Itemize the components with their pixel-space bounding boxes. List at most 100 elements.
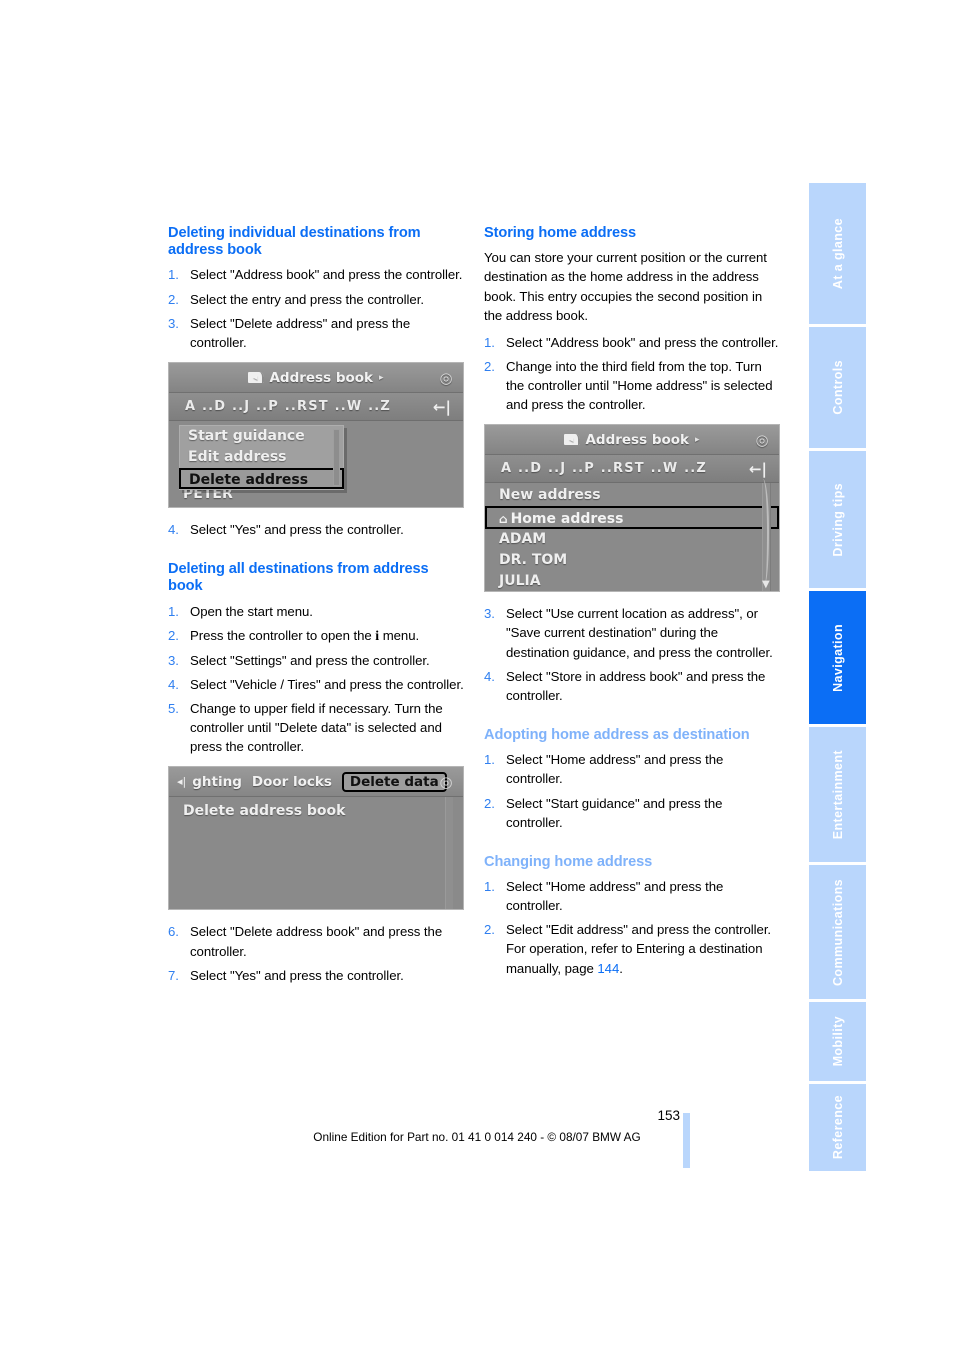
menu-item-start-guidance[interactable]: Start guidance xyxy=(180,426,343,447)
tab-door-locks[interactable]: Door locks xyxy=(252,774,332,790)
step-number: 1. xyxy=(484,752,495,768)
step-number: 5. xyxy=(168,701,179,716)
page-reference-link[interactable]: 144 xyxy=(597,961,619,976)
step-text-prefix: Press the controller to open the xyxy=(190,627,376,643)
step-text-suffix: menu. xyxy=(379,627,420,643)
sidebar-tab-label: Entertainment xyxy=(830,749,845,840)
sidebar-tab-label: At a glance xyxy=(830,217,845,290)
step-number: 4. xyxy=(168,676,179,692)
step-number: 2. xyxy=(168,627,179,643)
list-item: 3. Select "Settings" and press the contr… xyxy=(168,651,464,670)
list-item: 1. Open the start menu. xyxy=(168,602,464,621)
controller-knob-icon: ◎ xyxy=(755,431,769,450)
step-number: 2. xyxy=(168,291,179,307)
step-text: Select "Home address" and press the cont… xyxy=(506,752,724,787)
chevron-right-icon: ▸ xyxy=(379,372,384,383)
alpha-index-label: A ..D ..J ..P ..RST ..W ..Z xyxy=(501,461,708,477)
idrive-screenshot-address-book-home: ◂ Address book ▸ ◎ A ..D ..J ..P ..RST .… xyxy=(484,424,780,593)
intro-paragraph: You can store your current position or t… xyxy=(484,250,767,323)
step-text: Select "Address book" and press the cont… xyxy=(190,267,463,283)
list-item: 3. Select "Use current location as addre… xyxy=(484,604,780,661)
popup-scrollbar[interactable] xyxy=(333,429,340,486)
list-item-delete-address-book[interactable]: Delete address book xyxy=(169,797,463,819)
sidebar-tab-label: Controls xyxy=(830,360,845,415)
step-text: Select "Edit address" and press the cont… xyxy=(506,920,780,977)
list-item: 2. Select the entry and press the contro… xyxy=(168,290,464,309)
step-text: Select the entry and press the controlle… xyxy=(190,291,424,307)
chevron-right-icon: ▸ xyxy=(695,434,700,445)
scroll-curve xyxy=(759,479,769,584)
idrive-screenshot-delete-data: ◂| ghting Door locks Delete data ◎ Delet… xyxy=(168,766,464,911)
steps-storing-home-address: 1. Select "Address book" and press the c… xyxy=(484,333,780,415)
home-icon: ⌂ xyxy=(499,512,508,527)
tab-delete-data-selected[interactable]: Delete data xyxy=(341,771,447,792)
steps-deleting-all: 1. Open the start menu. 2. Press the con… xyxy=(168,602,464,757)
step-number: 1. xyxy=(484,879,495,895)
address-list: New address ⌂ Home address ADAM DR. TOM J… xyxy=(485,485,779,591)
chevron-left-icon: ◂ xyxy=(569,434,574,445)
step-number: 3. xyxy=(168,652,179,668)
step-number: 2. xyxy=(484,358,495,374)
screenshot-title: Address book xyxy=(585,431,690,448)
footer-text: Online Edition for Part no. 01 41 0 014 … xyxy=(313,1130,641,1144)
sidebar-tab-label: Navigation xyxy=(830,623,845,692)
list-item: 1. Select "Home address" and press the c… xyxy=(484,877,780,915)
step-text: Select "Use current location as address"… xyxy=(506,606,773,660)
step-text: Select "Store in address book" and press… xyxy=(506,668,766,703)
step-text: Select "Delete address" and press the co… xyxy=(190,315,411,350)
right-column: Storing home address You can store your … xyxy=(484,225,780,988)
menu-item-delete-address[interactable]: Delete address xyxy=(179,468,344,489)
controller-knob-icon: ◎ xyxy=(439,369,453,387)
alpha-index-bar: A ..D ..J ..P ..RST ..W ..Z ←| xyxy=(169,393,463,421)
alpha-index-bar: A ..D ..J ..P ..RST ..W ..Z ←| xyxy=(485,455,779,484)
sidebar-tab-reference[interactable]: Reference xyxy=(809,1084,866,1171)
sidebar-tab-mobility[interactable]: Mobility xyxy=(809,1002,866,1084)
list-item-new-address[interactable]: New address xyxy=(485,485,779,506)
screenshot-tab-bar: ◂| ghting Door locks Delete data ◎ xyxy=(169,767,463,798)
step-number: 2. xyxy=(484,795,495,811)
alpha-index-label: A ..D ..J ..P ..RST ..W ..Z xyxy=(185,399,392,414)
screenshot-body: New address ⌂ Home address ADAM DR. TOM J… xyxy=(485,479,779,592)
heading-deleting-all-destinations: Deleting all destinations from address b… xyxy=(168,561,429,595)
steps-storing-home-address-cont: 3. Select "Use current location as addre… xyxy=(484,604,780,705)
list-item-dr-tom[interactable]: DR. TOM xyxy=(485,550,779,571)
step-text: Select "Settings" and press the controll… xyxy=(190,652,430,668)
sidebar-tab-at-a-glance[interactable]: At a glance xyxy=(809,183,866,327)
scroll-down-icon[interactable]: ▼ xyxy=(762,579,770,590)
sidebar-tab-driving-tips[interactable]: Driving tips xyxy=(809,451,866,591)
step-number: 3. xyxy=(484,606,495,622)
scrollbar[interactable]: ▼ xyxy=(762,479,771,592)
steps-deleting-all-cont: 6. Select "Delete address book" and pres… xyxy=(168,922,464,984)
sidebar-tab-controls[interactable]: Controls xyxy=(809,327,866,451)
step-number: 4. xyxy=(484,668,495,684)
step-number: 7. xyxy=(168,967,179,983)
list-item: 2. Select "Start guidance" and press the… xyxy=(484,794,780,832)
list-item: 1. Select "Home address" and press the c… xyxy=(484,750,780,788)
steps-deleting-individual: 1. Select "Address book" and press the c… xyxy=(168,265,464,352)
list-item-adam[interactable]: ADAM xyxy=(485,529,779,550)
step-text: Change to upper field if necessary. Turn… xyxy=(190,701,443,755)
step-text: Change into the third field from the top… xyxy=(506,358,773,413)
heading-adopting-home-address: Adopting home address as destination xyxy=(484,727,750,744)
list-item-home-address[interactable]: ⌂ Home address xyxy=(485,506,779,530)
sidebar-tab-communications[interactable]: Communications xyxy=(809,865,866,1002)
screenshot-title: Address book xyxy=(269,369,374,386)
list-item: 6. Select "Delete address book" and pres… xyxy=(168,922,464,960)
list-item-julia[interactable]: JULIA xyxy=(485,571,779,591)
sidebar-tab-label: Driving tips xyxy=(830,482,845,557)
sidebar-tab-navigation[interactable]: Navigation xyxy=(809,591,866,727)
menu-item-edit-address[interactable]: Edit address xyxy=(180,447,343,468)
sidebar-tab-label: Communications xyxy=(830,878,845,986)
page-number: 153 xyxy=(657,1108,680,1123)
scrollbar[interactable] xyxy=(445,797,453,910)
step-number: 2. xyxy=(484,922,495,938)
screenshot-header: ◂ Address book ▸ ◎ xyxy=(485,425,779,456)
list-item: 4. Select "Store in address book" and pr… xyxy=(484,667,780,705)
step-number: 3. xyxy=(168,315,179,331)
tab-lighting-partial[interactable]: ghting xyxy=(192,774,242,790)
list-item: 1. Select "Address book" and press the c… xyxy=(168,265,464,284)
sidebar-tab-entertainment[interactable]: Entertainment xyxy=(809,727,866,865)
back-arrow-icon: ←| xyxy=(748,459,767,478)
context-menu-popup: Start guidance Edit address Delete addre… xyxy=(179,425,344,490)
chevron-left-icon: ◂| xyxy=(177,775,187,789)
